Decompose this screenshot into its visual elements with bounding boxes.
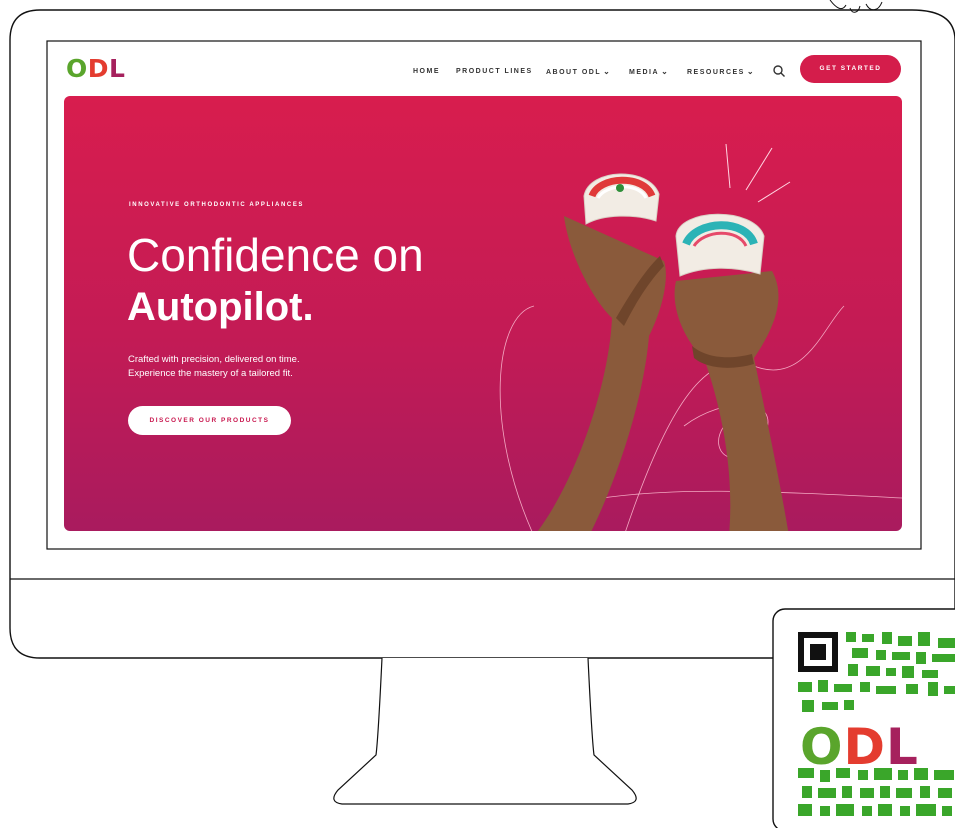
website-screen: ODL HOME PRODUCT LINES ABOUT ODL ⌄ MEDIA ⌄…: [48, 42, 920, 548]
logo-letter-l: L: [109, 54, 126, 83]
chevron-down-icon: ⌄: [661, 67, 670, 76]
nav-home-label: HOME: [413, 68, 440, 75]
nav-product-lines[interactable]: PRODUCT LINES: [456, 65, 533, 79]
hero-subtext: Crafted with precision, delivered on tim…: [128, 353, 300, 381]
hero-banner: INNOVATIVE ORTHODONTIC APPLIANCES Confid…: [64, 96, 902, 531]
logo-letter-d: D: [87, 54, 110, 83]
site-header: ODL HOME PRODUCT LINES ABOUT ODL ⌄ MEDIA ⌄…: [48, 42, 920, 94]
odl-logo[interactable]: ODL: [66, 55, 125, 83]
hero-headline-line2: Autopilot.: [127, 285, 314, 329]
get-started-button[interactable]: GET STARTED: [800, 55, 901, 83]
chevron-down-icon: ⌄: [746, 67, 756, 76]
nav-resources[interactable]: RESOURCES ⌄: [687, 65, 755, 79]
nav-media-label: MEDIA: [629, 69, 660, 76]
nav-resources-label: RESOURCES: [687, 69, 745, 76]
discover-products-button[interactable]: DISCOVER OUR PRODUCTS: [128, 406, 291, 435]
nav-home[interactable]: HOME: [413, 65, 440, 79]
qr-logo-letter-d: D: [843, 718, 887, 776]
qr-logo: ODL: [800, 718, 919, 776]
logo-letter-o: O: [66, 54, 88, 83]
hero-subtext-line2: Experience the mastery of a tailored fit…: [128, 368, 293, 379]
chevron-down-icon: ⌄: [603, 67, 612, 76]
nav-about-odl-label: ABOUT ODL: [546, 69, 602, 76]
nav-about-odl[interactable]: ABOUT ODL ⌄: [546, 65, 611, 79]
hero-headline-line1: Confidence on: [127, 229, 424, 281]
hero-subtext-line1: Crafted with precision, delivered on tim…: [128, 354, 300, 365]
search-icon[interactable]: [772, 64, 786, 78]
nav-product-lines-label: PRODUCT LINES: [456, 68, 533, 75]
qr-logo-letter-o: O: [800, 718, 844, 776]
nav-media[interactable]: MEDIA ⌄: [629, 65, 669, 79]
qr-logo-letter-l: L: [886, 718, 919, 776]
hero-eyebrow: INNOVATIVE ORTHODONTIC APPLIANCES: [129, 202, 305, 208]
